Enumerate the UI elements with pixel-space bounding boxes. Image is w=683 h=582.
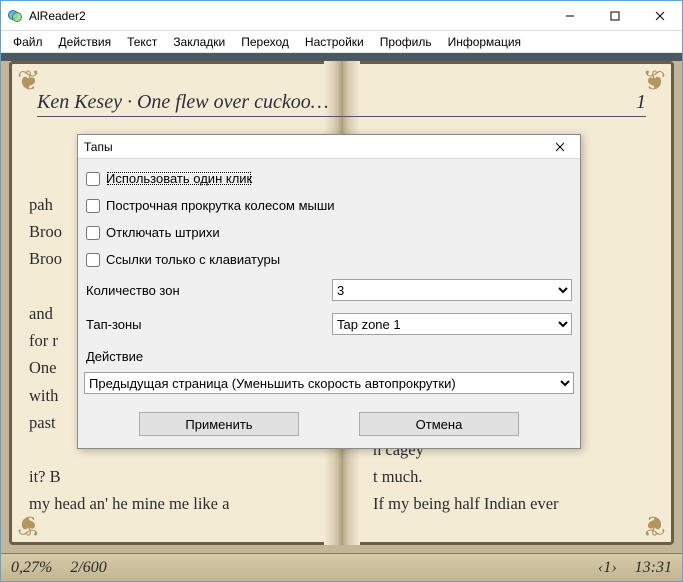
- action-select[interactable]: Предыдущая страница (Уменьшить скорость …: [84, 372, 574, 394]
- single-click-label: Использовать один клик: [106, 171, 252, 186]
- book-title: Ken Kesey · One flew over cuckoo…: [37, 91, 329, 114]
- action-label: Действие: [84, 343, 574, 366]
- window-controls: [547, 1, 682, 30]
- page-header: Ken Kesey · One flew over cuckoo… 1: [37, 91, 646, 117]
- disable-strokes-label: Отключать штрихи: [106, 225, 220, 240]
- close-button[interactable]: [637, 1, 682, 30]
- menu-info[interactable]: Информация: [440, 33, 529, 51]
- menu-profile[interactable]: Профиль: [372, 33, 440, 51]
- single-click-checkbox[interactable]: [86, 172, 100, 186]
- menubar: Файл Действия Текст Закладки Переход Нас…: [1, 31, 682, 53]
- wheel-scroll-checkbox[interactable]: [86, 199, 100, 213]
- dialog-titlebar: Тапы: [78, 135, 580, 159]
- taps-dialog: Тапы Использовать один клик Построчная п…: [77, 134, 581, 449]
- menu-file[interactable]: Файл: [5, 33, 51, 51]
- keyboard-links-checkbox[interactable]: [86, 253, 100, 267]
- status-pages: 2/600: [70, 559, 106, 577]
- dialog-title: Тапы: [84, 140, 113, 154]
- zones-count-label: Количество зон: [86, 283, 324, 298]
- menu-actions[interactable]: Действия: [51, 33, 120, 51]
- apply-button[interactable]: Применить: [139, 412, 299, 436]
- disable-strokes-checkbox[interactable]: [86, 226, 100, 240]
- menu-settings[interactable]: Настройки: [297, 33, 372, 51]
- status-battery: ‹1›: [598, 559, 617, 577]
- menu-text[interactable]: Текст: [119, 33, 165, 51]
- window-title: AlReader2: [29, 9, 547, 23]
- maximize-button[interactable]: [592, 1, 637, 30]
- tap-zones-label: Тап-зоны: [86, 317, 324, 332]
- statusbar: 0,27% 2/600 ‹1› 13:31: [1, 553, 682, 581]
- keyboard-links-label: Ссылки только с клавиатуры: [106, 252, 280, 267]
- app-icon: [7, 8, 23, 24]
- zones-count-select[interactable]: 3: [332, 279, 572, 301]
- status-time: 13:31: [635, 559, 672, 577]
- tap-zones-select[interactable]: Tap zone 1: [332, 313, 572, 335]
- menu-goto[interactable]: Переход: [233, 33, 297, 51]
- menu-bookmarks[interactable]: Закладки: [165, 33, 233, 51]
- cancel-button[interactable]: Отмена: [359, 412, 519, 436]
- dialog-body: Использовать один клик Построчная прокру…: [78, 159, 580, 448]
- titlebar: AlReader2: [1, 1, 682, 31]
- minimize-button[interactable]: [547, 1, 592, 30]
- wheel-scroll-label: Построчная прокрутка колесом мыши: [106, 198, 335, 213]
- dialog-close-button[interactable]: [540, 135, 580, 158]
- page-number: 1: [636, 91, 646, 114]
- status-percent: 0,27%: [11, 559, 52, 577]
